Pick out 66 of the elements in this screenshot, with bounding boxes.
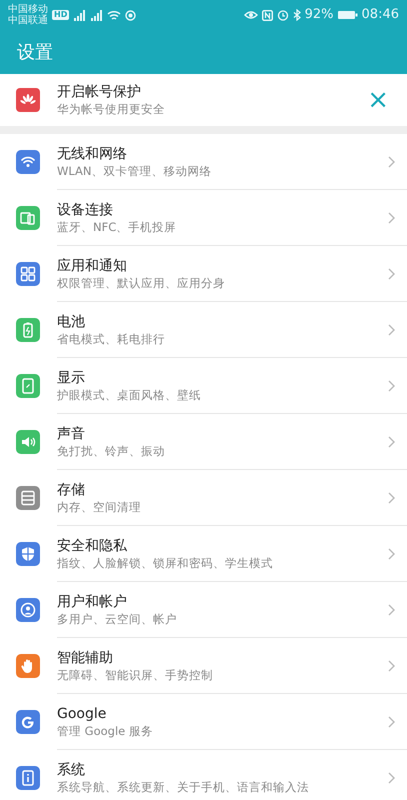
clock-time: 08:46 [362,6,399,24]
petal-logo-icon [16,88,40,112]
item-title: 声音 [57,424,86,442]
settings-item[interactable]: 存储 内存、空间清理 [0,470,407,526]
chevron-icon [388,492,395,504]
chevron-icon [388,212,395,224]
chevron-icon [388,548,395,560]
chevron-icon [388,268,395,280]
item-title: 应用和通知 [57,256,128,274]
chevron-icon [388,604,395,616]
signal-icon [73,10,86,20]
eye-icon [244,10,258,20]
settings-item[interactable]: 应用和通知 权限管理、默认应用、应用分身 [0,246,407,302]
item-title: 设备连接 [57,200,114,218]
item-subtitle: 系统导航、系统更新、关于手机、语言和输入法 [57,778,310,794]
item-subtitle: WLAN、双卡管理、移动网络 [57,162,213,178]
item-title: 系统 [57,760,86,778]
signal-icon [90,10,104,20]
settings-item[interactable]: 电池 省电模式、耗电排行 [0,302,407,358]
chevron-icon [388,436,395,448]
item-title: 存储 [57,480,86,498]
item-title: 无线和网络 [57,144,128,162]
chevron-icon [388,380,395,392]
page-title: 设置 [17,40,53,64]
carrier-name: 中国移动 [8,4,48,15]
settings-item[interactable]: 安全和隐私 指纹、人脸解锁、锁屏和密码、学生模式 [0,526,407,582]
settings-item[interactable]: Google 管理 Google 服务 [0,694,407,750]
item-title: 安全和隐私 [57,536,128,554]
item-title: 电池 [57,312,86,330]
item-title: 智能辅助 [57,648,114,666]
circle-icon [125,10,136,20]
item-title: 显示 [57,368,86,386]
item-title: 用户和帐户 [57,592,128,610]
item-subtitle: 省电模式、耗电排行 [57,330,166,346]
chevron-icon [388,716,395,728]
chevron-icon [388,660,395,672]
chevron-icon [388,156,395,168]
battery-icon [338,10,358,20]
alarm-icon [276,9,289,21]
bluetooth-icon [292,9,301,21]
hd-badge: HD [52,10,70,20]
chevron-icon [388,324,395,336]
settings-item[interactable]: 设备连接 蓝牙、NFC、手机投屏 [0,190,407,246]
item-subtitle: 多用户、云空间、帐户 [57,610,178,626]
settings-item[interactable]: 无线和网络 WLAN、双卡管理、移动网络 [0,134,407,190]
chevron-icon [388,772,395,784]
banner-title: 开启帐号保护 [57,83,142,101]
settings-item[interactable]: 系统 系统导航、系统更新、关于手机、语言和输入法 [0,750,407,800]
wifi-icon [107,10,122,20]
settings-item[interactable]: 用户和帐户 多用户、云空间、帐户 [0,582,407,638]
settings-item[interactable]: 智能辅助 无障碍、智能识屏、手势控制 [0,638,407,694]
banner-subtitle: 华为帐号使用更安全 [57,101,166,117]
carrier-name: 中国联通 [8,15,48,26]
settings-item[interactable]: 声音 免打扰、铃声、振动 [0,414,407,470]
item-title: Google [57,704,108,722]
settings-item[interactable]: 显示 护眼模式、桌面风格、壁纸 [0,358,407,414]
item-subtitle: 权限管理、默认应用、应用分身 [57,274,226,290]
item-subtitle: 护眼模式、桌面风格、壁纸 [57,386,202,402]
item-subtitle: 指纹、人脸解锁、锁屏和密码、学生模式 [57,554,274,570]
nfc-icon [262,10,273,20]
item-subtitle: 内存、空间清理 [57,498,142,514]
item-subtitle: 免打扰、铃声、振动 [57,442,166,458]
battery-percent: 92% [304,6,334,24]
item-subtitle: 无障碍、智能识屏、手势控制 [57,666,214,682]
item-subtitle: 蓝牙、NFC、手机投屏 [57,218,178,234]
item-subtitle: 管理 Google 服务 [57,722,154,738]
